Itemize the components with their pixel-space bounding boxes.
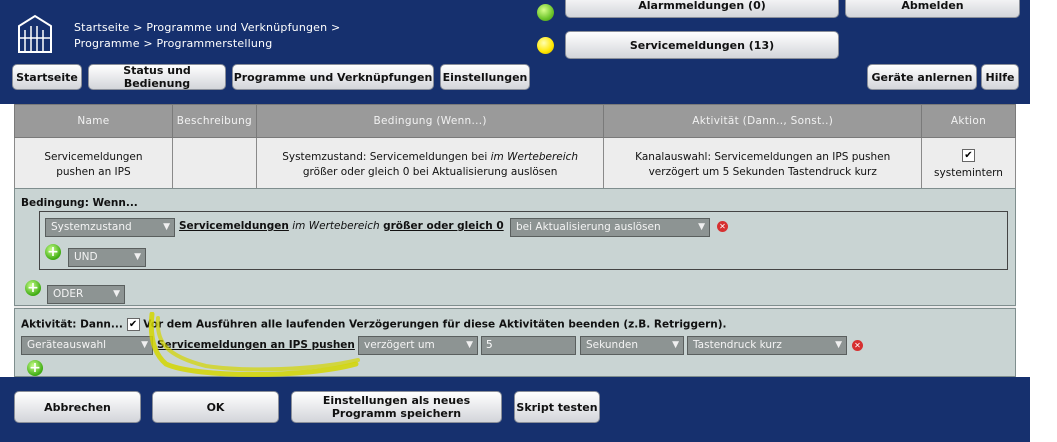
table-header-row: Name Beschreibung Bedingung (Wenn...) Ak… bbox=[14, 104, 1016, 138]
retrigger-label: Vor dem Ausführen alle laufenden Verzöge… bbox=[143, 318, 727, 331]
chevron-down-icon: ▼ bbox=[163, 222, 170, 232]
activity-summary-line-1: Kanalauswahl: Servicemeldungen an IPS pu… bbox=[635, 150, 891, 163]
chevron-down-icon: ▼ bbox=[134, 252, 141, 262]
condition-section: Bedingung: Wenn... Systemzustand ▼ Servic… bbox=[14, 188, 1016, 306]
action-select-value: Tastendruck kurz bbox=[693, 339, 782, 351]
condition-summary-line-2: größer oder gleich 0 bei Aktualisierung … bbox=[302, 165, 558, 178]
action-select[interactable]: Tastendruck kurz ▼ bbox=[687, 336, 847, 355]
condition-trigger-select[interactable]: bei Aktualisierung auslösen ▼ bbox=[510, 218, 710, 237]
delay-select-value: verzögert um bbox=[364, 339, 435, 351]
condition-object-link[interactable]: Servicemeldungen bbox=[179, 220, 289, 232]
plus-icon[interactable]: + bbox=[25, 280, 41, 296]
header-action: Aktion bbox=[921, 104, 1016, 138]
alarm-indicator-icon bbox=[537, 4, 554, 21]
activity-target: Servicemeldungen an IPS pushen bbox=[157, 339, 355, 351]
chevron-down-icon: ▼ bbox=[835, 340, 842, 350]
test-script-button[interactable]: Skript testen bbox=[514, 391, 600, 423]
breadcrumb-line-1: Startseite > Programme und Verknüpfungen… bbox=[74, 21, 341, 34]
condition-summary-text: Systemzustand: Servicemeldungen bei bbox=[282, 150, 491, 163]
breadcrumb: Startseite > Programme und Verknüpfungen… bbox=[74, 20, 340, 52]
condition-summary-range: im Wertebereich bbox=[490, 150, 579, 163]
header-activity: Aktivität (Dann.., Sonst..) bbox=[603, 104, 923, 138]
device-select-value: Geräteauswahl bbox=[27, 339, 107, 351]
help-button[interactable]: Hilfe bbox=[981, 64, 1019, 90]
unit-select[interactable]: Sekunden ▼ bbox=[580, 336, 684, 355]
activity-target-link[interactable]: Servicemeldungen an IPS pushen bbox=[157, 339, 355, 351]
cell-action: ✔ systemintern bbox=[921, 137, 1016, 192]
cell-activity: Kanalauswahl: Servicemeldungen an IPS pu… bbox=[603, 137, 923, 192]
condition-expression: Servicemeldungen im Wertebereich größer … bbox=[179, 220, 504, 232]
program-editor-panel: Name Beschreibung Bedingung (Wenn...) Ak… bbox=[0, 104, 1030, 377]
teach-devices-button[interactable]: Geräte anlernen bbox=[867, 64, 977, 90]
activity-header: Aktivität: Dann... ✔ Vor dem Ausführen a… bbox=[21, 318, 727, 331]
device-select[interactable]: Geräteauswahl ▼ bbox=[21, 336, 153, 355]
condition-source-value: Systemzustand bbox=[51, 221, 132, 233]
plus-icon[interactable]: + bbox=[45, 244, 61, 260]
delay-select[interactable]: verzögert um ▼ bbox=[358, 336, 478, 355]
cell-condition: Systemzustand: Servicemeldungen bei im W… bbox=[255, 137, 605, 192]
condition-range-text: im Wertebereich bbox=[292, 220, 380, 232]
program-table: Name Beschreibung Bedingung (Wenn...) Ak… bbox=[14, 104, 1016, 192]
chevron-down-icon: ▼ bbox=[672, 340, 679, 350]
condition-title: Bedingung: Wenn... bbox=[21, 197, 138, 209]
alarm-messages-button[interactable]: Alarmmeldungen (0) bbox=[565, 0, 839, 18]
delay-value-input[interactable]: 5 bbox=[481, 336, 576, 355]
chevron-down-icon: ▼ bbox=[141, 340, 148, 350]
program-name-line-2: pushen an IPS bbox=[56, 165, 131, 178]
retrigger-checkbox[interactable]: ✔ bbox=[126, 318, 140, 331]
header-name: Name bbox=[14, 104, 173, 138]
header-description: Beschreibung bbox=[171, 104, 257, 138]
activity-summary-line-2: verzögert um 5 Sekunden Tastendruck kurz bbox=[648, 165, 877, 178]
nav-settings-button[interactable]: Einstellungen bbox=[440, 64, 530, 90]
condition-group: Systemzustand ▼ Servicemeldungen im Werte… bbox=[39, 211, 1008, 270]
breadcrumb-line-2: Programme > Programmerstellung bbox=[74, 37, 273, 50]
activity-section: Aktivität: Dann... ✔ Vor dem Ausführen a… bbox=[14, 308, 1016, 377]
save-as-program-button[interactable]: Einstellungen als neues Programm speiche… bbox=[291, 391, 502, 423]
activity-title: Aktivität: Dann... bbox=[21, 318, 123, 331]
cell-name[interactable]: Servicemeldungen pushen an IPS bbox=[14, 137, 173, 192]
window-edge bbox=[1030, 0, 1057, 442]
or-operator-select[interactable]: ODER ▼ bbox=[47, 285, 125, 304]
header-condition: Bedingung (Wenn...) bbox=[255, 104, 605, 138]
and-operator-select[interactable]: UND ▼ bbox=[68, 248, 146, 267]
cancel-button[interactable]: Abbrechen bbox=[14, 391, 141, 423]
ok-button[interactable]: OK bbox=[152, 391, 279, 423]
delete-icon[interactable]: ✕ bbox=[852, 340, 863, 351]
program-name-line-1: Servicemeldungen bbox=[44, 150, 143, 163]
plus-icon[interactable]: + bbox=[27, 360, 43, 376]
nav-status-button[interactable]: Status und Bedienung bbox=[88, 64, 226, 90]
service-indicator-icon bbox=[537, 37, 554, 54]
nav-programs-button[interactable]: Programme und Verknüpfungen bbox=[232, 64, 434, 90]
cell-description[interactable] bbox=[171, 137, 257, 192]
house-logo-icon bbox=[18, 14, 52, 53]
chevron-down-icon: ▼ bbox=[113, 289, 120, 299]
condition-comparison-link[interactable]: größer oder gleich 0 bbox=[383, 220, 504, 232]
service-messages-button[interactable]: Servicemeldungen (13) bbox=[565, 31, 839, 59]
nav-home-button[interactable]: Startseite bbox=[12, 64, 82, 90]
system-internal-label: systemintern bbox=[934, 167, 1003, 179]
unit-select-value: Sekunden bbox=[586, 339, 638, 351]
chevron-down-icon: ▼ bbox=[698, 222, 705, 232]
save-as-program-line-2: Programm speichern bbox=[331, 407, 462, 420]
condition-source-select[interactable]: Systemzustand ▼ bbox=[45, 218, 175, 237]
system-internal-checkbox[interactable]: ✔ bbox=[962, 148, 975, 162]
delete-icon[interactable]: ✕ bbox=[717, 221, 728, 232]
table-row: Servicemeldungen pushen an IPS Systemzus… bbox=[14, 137, 1016, 192]
logout-button[interactable]: Abmelden bbox=[845, 0, 1020, 18]
condition-trigger-value: bei Aktualisierung auslösen bbox=[516, 221, 661, 233]
chevron-down-icon: ▼ bbox=[466, 340, 473, 350]
or-operator-value: ODER bbox=[53, 288, 84, 300]
save-as-program-line-1: Einstellungen als neues bbox=[322, 394, 471, 407]
and-operator-value: UND bbox=[74, 251, 98, 263]
